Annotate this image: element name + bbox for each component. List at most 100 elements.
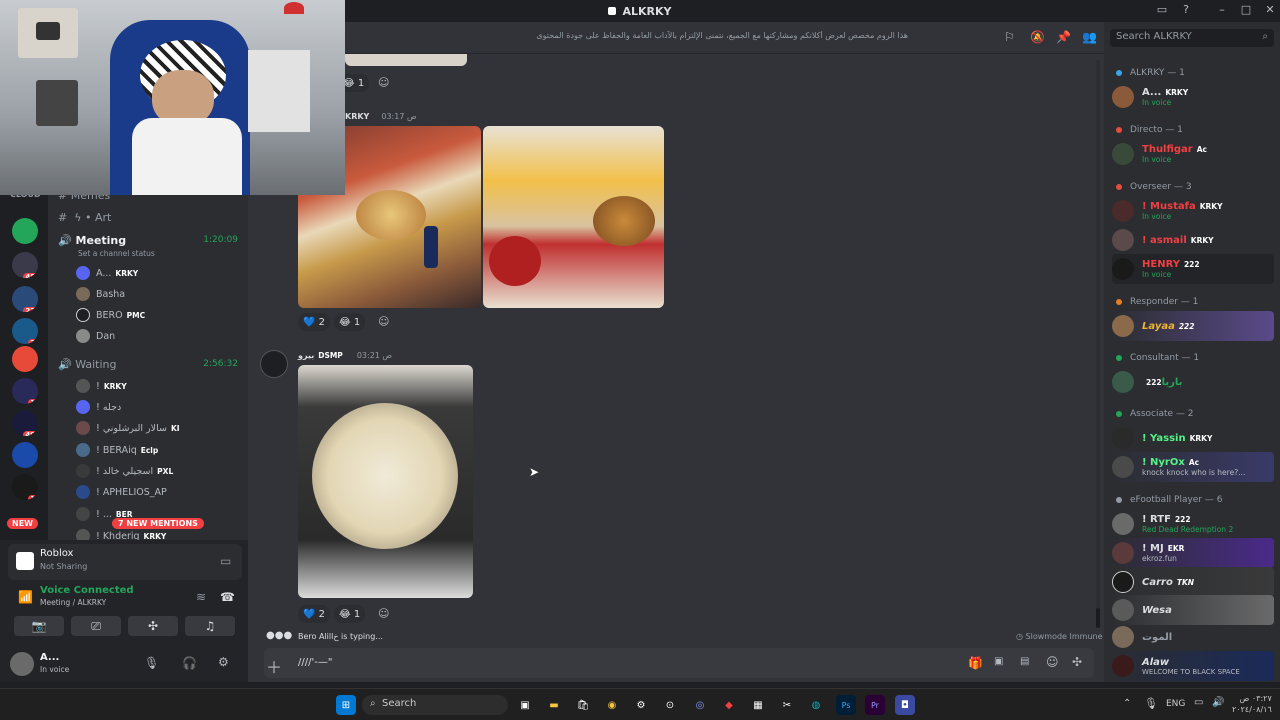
server-icon[interactable]: 488 <box>12 252 38 278</box>
voice-user[interactable]: ! APHELIOS_AP <box>76 483 167 501</box>
member-item[interactable]: ! Mustafa KRKY In voice <box>1112 196 1274 226</box>
add-reaction-icon[interactable]: ☺ <box>378 607 389 620</box>
voice-user[interactable]: Dan <box>76 327 115 345</box>
avatar[interactable] <box>10 652 34 676</box>
voice-user[interactable]: Basha <box>76 285 125 303</box>
network-icon[interactable]: ▭ <box>1194 697 1203 708</box>
headphones-icon[interactable]: 🎧 <box>182 656 197 670</box>
close-button[interactable]: ✕ <box>1262 3 1278 19</box>
minimize-button[interactable]: – <box>1214 3 1230 19</box>
noise-suppression-icon[interactable]: ≋ <box>196 590 206 604</box>
add-reaction-icon[interactable]: ☺ <box>378 76 389 89</box>
username[interactable]: A... <box>40 652 59 663</box>
photoshop-icon[interactable]: Ps <box>836 695 856 715</box>
burger-photo[interactable] <box>483 126 664 308</box>
member-item[interactable]: Thulfigar Ac In voice <box>1112 139 1274 169</box>
server-icon[interactable] <box>12 346 38 372</box>
mute-icon[interactable]: 🔕 <box>1030 30 1045 44</box>
message-input[interactable]: ////'-—" <box>298 657 332 668</box>
chat-scrollbar[interactable] <box>1096 60 1100 628</box>
settings-gear-icon[interactable]: ⚙ <box>218 655 229 669</box>
reaction[interactable]: 😂 1 <box>334 605 366 623</box>
member-item[interactable]: ! asmail KRKY <box>1112 225 1274 255</box>
maximize-button[interactable]: □ <box>1238 3 1254 19</box>
member-item[interactable]: Wesa <box>1112 595 1274 625</box>
reaction[interactable]: 💙 2 <box>298 605 331 623</box>
task-view-icon[interactable]: ▣ <box>515 695 535 715</box>
voice-user[interactable]: ! KRKY <box>76 377 127 395</box>
add-reaction-icon[interactable]: ☺ <box>378 315 389 328</box>
member-item[interactable]: ! Yassin KRKY <box>1112 423 1274 453</box>
premiere-icon[interactable]: Pr <box>865 695 885 715</box>
member-item[interactable]: ! MJ EKR ekroz.fun <box>1112 538 1274 568</box>
microphone-icon[interactable]: 🎙 <box>144 656 159 670</box>
windows-start-icon[interactable]: ⊞ <box>336 695 356 715</box>
server-icon[interactable]: 25 <box>12 318 38 344</box>
attach-plus-icon[interactable]: ＋ <box>266 654 282 678</box>
voice-user[interactable]: ! اسجيلي خالد PXL <box>76 462 173 480</box>
camera-button[interactable]: 📷 <box>14 616 64 636</box>
server-icon[interactable] <box>12 442 38 468</box>
disconnect-icon[interactable]: ☎ <box>220 590 235 604</box>
clock[interactable]: ٠٣:٢٧ ص ٢٠٢٤/٠٨/١٦ <box>1232 693 1272 715</box>
reaction[interactable]: 💙 2 <box>298 313 331 331</box>
inbox-icon[interactable]: ▭ <box>1154 3 1170 19</box>
apps-icon[interactable]: ✣ <box>1072 655 1082 669</box>
server-icon[interactable]: 229 <box>12 286 38 312</box>
server-icon[interactable]: 1 <box>12 218 38 244</box>
store-icon[interactable]: 🛍 <box>573 695 593 715</box>
emoji-icon[interactable]: ☺ <box>1046 655 1059 669</box>
capcut-icon[interactable]: ✂ <box>777 695 797 715</box>
message-composer[interactable]: ＋ ////'-—" 🎁 ▣ ▤ ☺ ✣ <box>264 648 1094 678</box>
member-item[interactable]: Alaw WELCOME TO BLACK SPACE <box>1112 651 1274 681</box>
author-name[interactable]: KRKY <box>345 112 369 121</box>
brave-icon[interactable]: ◆ <box>719 695 739 715</box>
voice-channel-waiting[interactable]: 🔊 Waiting <box>58 355 117 373</box>
mic-tray-icon[interactable]: 🎙 <box>1144 697 1158 710</box>
activities-button[interactable]: ✣ <box>128 616 178 636</box>
member-item[interactable]: Layaa 222 <box>1112 311 1274 341</box>
image-attachment[interactable] <box>345 54 467 66</box>
app-icon[interactable]: ▦ <box>748 695 768 715</box>
help-icon[interactable]: ? <box>1178 3 1194 19</box>
chrome-icon[interactable]: ◉ <box>602 695 622 715</box>
member-item[interactable]: ! RTF 222 Red Dead Redemption 2 <box>1112 509 1274 539</box>
obs-icon[interactable]: ◘ <box>895 695 915 715</box>
avatar[interactable] <box>260 350 288 378</box>
pasta-photo[interactable] <box>298 365 473 598</box>
gif-icon[interactable]: ▣ <box>994 656 1003 667</box>
taskbar-search[interactable]: ⌕ Search <box>362 695 508 715</box>
members-icon[interactable]: 👥 <box>1082 30 1097 44</box>
volume-icon[interactable]: 🔊 <box>1212 697 1224 708</box>
soundboard-button[interactable]: ♫ <box>185 616 235 636</box>
new-mentions-pill[interactable]: 7 NEW MENTIONS <box>112 518 204 529</box>
voice-user[interactable]: A... KRKY <box>76 264 138 282</box>
new-unreads-pill[interactable]: NEW <box>7 518 38 529</box>
voice-user[interactable]: ! دجله <box>76 398 121 416</box>
discord-app-icon[interactable]: ◎ <box>690 695 710 715</box>
sticker-icon[interactable]: ▤ <box>1020 656 1029 667</box>
member-item[interactable]: الموت <box>1112 622 1274 652</box>
voice-user[interactable]: ! سالار البرشلوني KI <box>76 419 180 437</box>
member-item[interactable]: HENRY 222 In voice <box>1112 254 1274 284</box>
gift-icon[interactable]: 🎁 <box>968 656 983 670</box>
member-item[interactable]: A... KRKY In voice <box>1112 82 1274 112</box>
language-indicator[interactable]: ENG <box>1166 699 1185 709</box>
voice-channel-meeting[interactable]: 🔊 Meeting <box>58 231 126 249</box>
steam-client-icon[interactable]: ◍ <box>806 695 826 715</box>
author-name[interactable]: بيرو <box>298 351 314 360</box>
server-icon[interactable]: 18 <box>12 378 38 404</box>
reaction[interactable]: 😂 1 <box>334 313 366 331</box>
member-item[interactable]: ! NyrOx Ac knock knock who is here?... <box>1112 452 1274 482</box>
server-icon[interactable]: 16 <box>12 474 38 500</box>
pin-icon[interactable]: 📌 <box>1056 30 1071 44</box>
voice-user[interactable]: ! BERAiq Eclp <box>76 441 158 459</box>
share-screen-button[interactable]: ⎚ <box>71 616 121 636</box>
server-icon[interactable]: 490 <box>12 410 38 436</box>
member-item[interactable]: باريا222 <box>1112 367 1274 397</box>
file-explorer-icon[interactable]: ▬ <box>544 695 564 715</box>
voice-user[interactable]: BERO PMC <box>76 306 145 324</box>
channel-status[interactable]: Set a channel status <box>78 249 155 258</box>
threads-icon[interactable]: ⚐ <box>1004 30 1015 44</box>
voice-connected-label[interactable]: Voice Connected <box>40 585 134 596</box>
